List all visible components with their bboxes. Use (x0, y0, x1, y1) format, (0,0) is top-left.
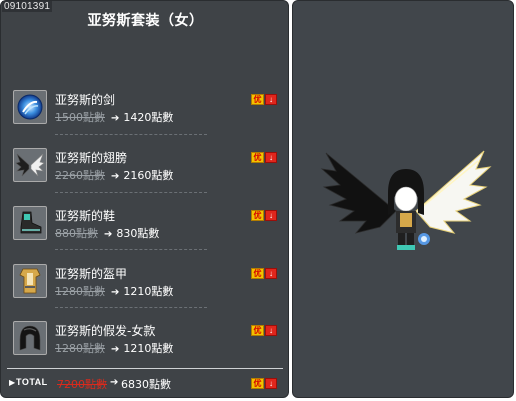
down-arrow-icon: ↓ (265, 94, 277, 105)
set-title: 亚努斯套装（女） (87, 13, 204, 29)
divider (55, 134, 207, 135)
new-price: 1210點數 (123, 285, 174, 298)
set-item-wig[interactable]: 亚努斯的假发-女款 1280點數 ➔ 1210點數 优 ↓ (13, 321, 278, 359)
price-line: 1500點數 ➔ 1420點數 (55, 109, 173, 125)
item-name: 亚努斯的剑 (55, 93, 116, 107)
character-preview (320, 150, 492, 250)
set-item-wings[interactable]: 亚努斯的翅膀 2260點數 ➔ 2160點數 优 ↓ (13, 148, 278, 186)
arrow-right-icon: ➔ (111, 171, 120, 182)
new-price: 1420點數 (123, 111, 174, 124)
price-line: 2260點數 ➔ 2160點數 (55, 167, 173, 183)
divider (55, 249, 207, 250)
sword-orb-icon (13, 90, 47, 124)
character-preview-panel (292, 0, 514, 398)
total-label: TOTAL (16, 377, 48, 387)
total-old-price: 7200點數 (57, 378, 107, 391)
total-row: ▶ TOTAL 7200點數 ➔ 6830點數 优 ↓ (9, 377, 281, 393)
discount-badge: 优 ↓ (251, 94, 277, 105)
discount-badge: 优 ↓ (251, 325, 277, 336)
down-arrow-icon: ↓ (265, 378, 277, 389)
discount-badge: 优 ↓ (251, 378, 277, 389)
sale-tag-icon: 优 (251, 94, 264, 105)
wig-icon (13, 321, 47, 355)
down-arrow-icon: ↓ (265, 210, 277, 221)
armor-icon (13, 264, 47, 298)
sale-tag-icon: 优 (251, 210, 264, 221)
old-price: 880點數 (55, 227, 98, 240)
old-price: 1500點數 (55, 111, 105, 124)
dark-wing-icon (320, 152, 397, 234)
set-item-shoes[interactable]: 亚努斯的鞋 880點數 ➔ 830點數 优 ↓ (13, 206, 278, 244)
new-price: 1210點數 (123, 342, 174, 355)
sale-tag-icon: 优 (251, 325, 264, 336)
wings-icon (13, 148, 47, 182)
old-price: 1280點數 (55, 285, 105, 298)
new-price: 830點數 (116, 227, 160, 240)
new-price: 2160點數 (123, 169, 174, 182)
arrow-right-icon: ➔ (111, 287, 120, 298)
item-name: 亚努斯的鞋 (55, 209, 116, 223)
item-name: 亚努斯的假发-女款 (55, 324, 156, 338)
sale-tag-icon: 优 (251, 378, 264, 389)
discount-badge: 优 ↓ (251, 210, 277, 221)
sale-tag-icon: 优 (251, 152, 264, 163)
divider (55, 307, 207, 308)
item-name: 亚努斯的翅膀 (55, 151, 128, 165)
price-line: 880點數 ➔ 830點數 (55, 225, 159, 241)
price-line: 1280點數 ➔ 1210點數 (55, 340, 173, 356)
arrow-right-icon: ➔ (111, 344, 120, 355)
down-arrow-icon: ↓ (265, 152, 277, 163)
down-arrow-icon: ↓ (265, 325, 277, 336)
arrow-right-icon: ➔ (110, 377, 119, 388)
set-items-panel: 09101391 亚努斯套装（女） 亚努斯的剑 1500點數➔1420點數 (0, 0, 289, 398)
discount-badge: 优 ↓ (251, 152, 277, 163)
set-item-armor[interactable]: 亚努斯的盔甲 1280點數 ➔ 1210點數 优 ↓ (13, 264, 278, 302)
arrow-right-icon: ➔ (111, 113, 120, 124)
total-divider (7, 368, 283, 369)
down-arrow-icon: ↓ (265, 268, 277, 279)
sale-tag-icon: 优 (251, 268, 264, 279)
shoes-icon (13, 206, 47, 240)
set-item-sword[interactable]: 亚努斯的剑 1500點數 ➔ 1420點數 优 ↓ (13, 90, 278, 128)
old-price: 1280點數 (55, 342, 105, 355)
discount-badge: 优 ↓ (251, 268, 277, 279)
item-name: 亚努斯的盔甲 (55, 267, 128, 281)
divider (55, 192, 207, 193)
arrow-right-icon: ➔ (104, 229, 113, 240)
price-line: 1280點數 ➔ 1210點數 (55, 283, 173, 299)
light-wing-icon (415, 150, 492, 234)
old-price: 2260點數 (55, 169, 105, 182)
bullet-icon: ▶ (9, 378, 16, 387)
total-new-price: 6830點數 (121, 378, 171, 391)
